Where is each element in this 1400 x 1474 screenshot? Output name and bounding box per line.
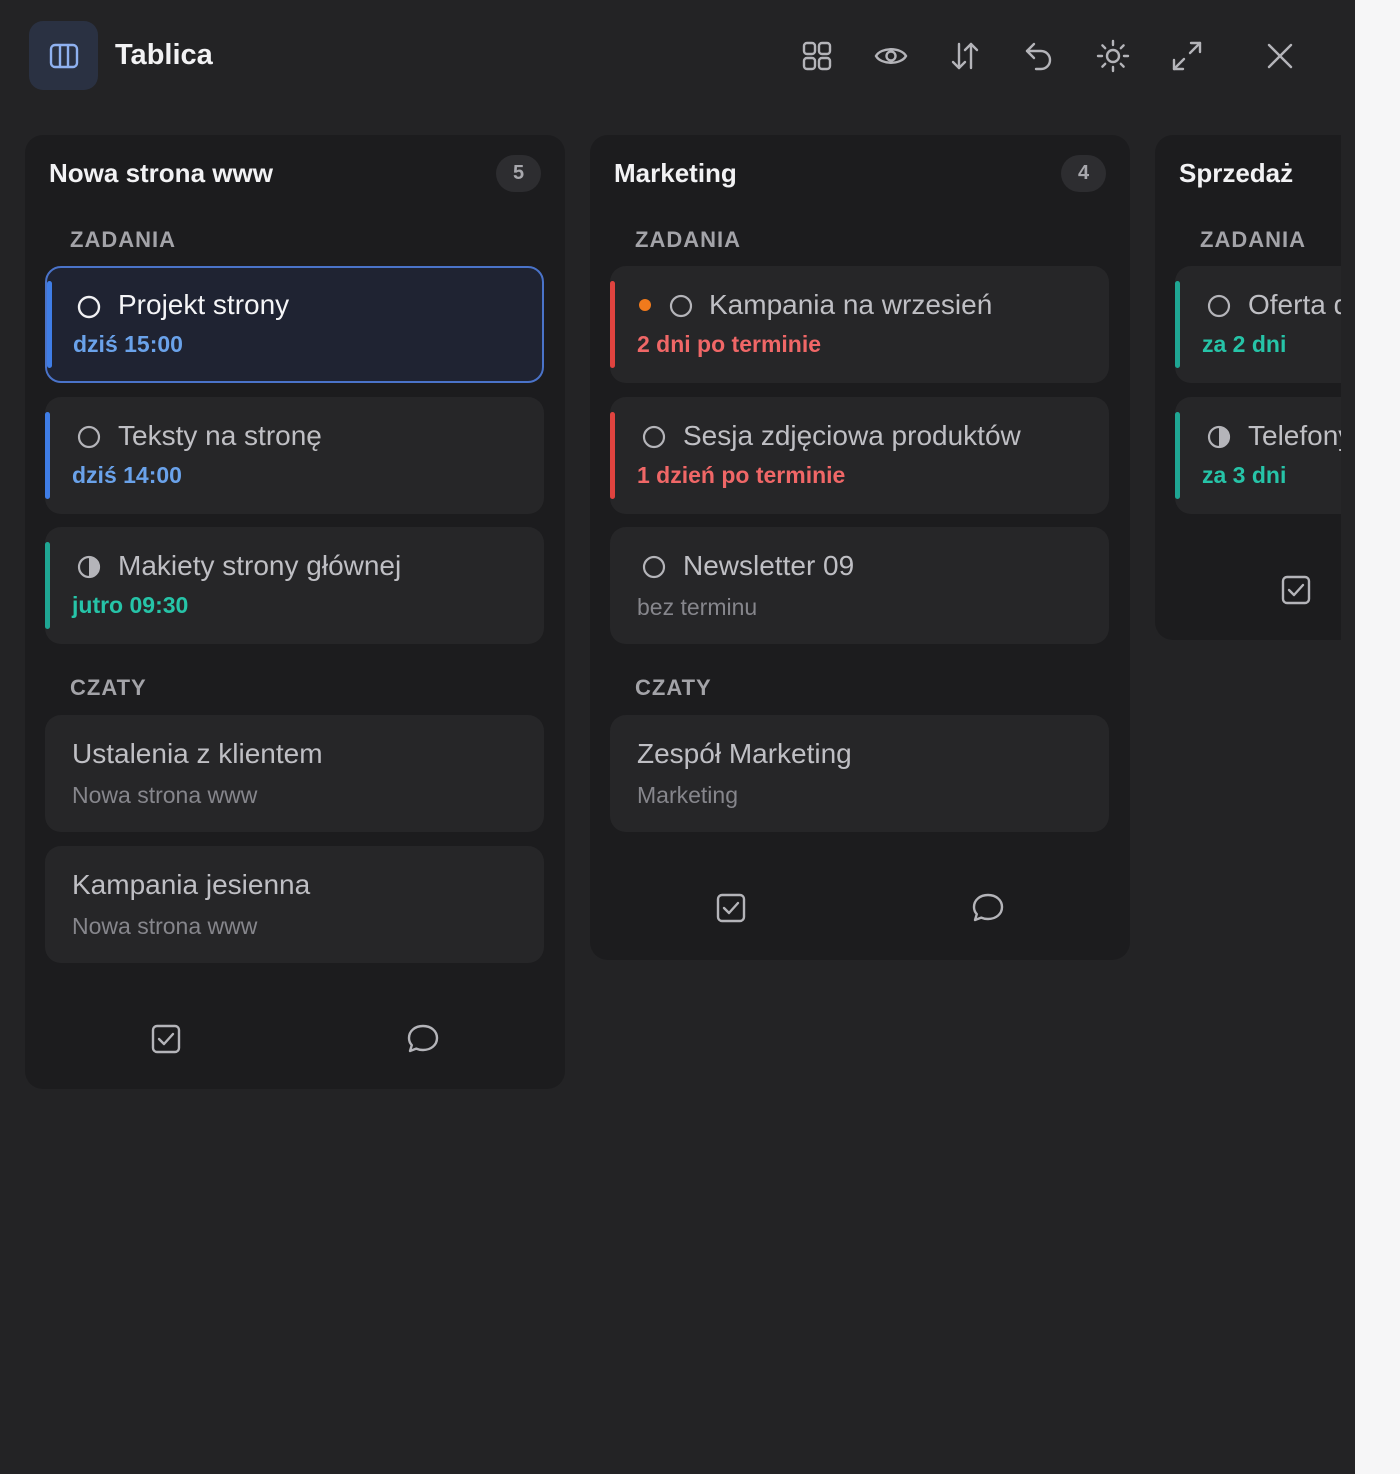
- task-due: 2 dni po terminie: [637, 331, 822, 357]
- task-due: za 2 dni: [1202, 331, 1287, 357]
- task-open-icon[interactable]: [1207, 294, 1231, 318]
- priority-bar: [610, 412, 615, 499]
- priority-bar: [45, 412, 50, 499]
- checkbox-icon: [716, 893, 746, 923]
- close-button[interactable]: [1260, 36, 1300, 76]
- task-open-icon[interactable]: [77, 425, 101, 449]
- eye-icon: [874, 48, 908, 64]
- checkbox-icon: [1281, 575, 1311, 605]
- chat-title: Kampania jesienna: [72, 869, 311, 900]
- chat-subtitle: Nowa strona www: [72, 913, 258, 939]
- column-title: Marketing: [614, 158, 737, 188]
- task-card[interactable]: Newsletter 09 bez terminu: [610, 527, 1109, 644]
- task-in-progress-icon[interactable]: [1207, 425, 1231, 449]
- task-title: Oferta d: [1248, 289, 1341, 320]
- task-open-icon[interactable]: [77, 295, 101, 319]
- task-card[interactable]: Sesja zdjęciowa produktów 1 dzień po ter…: [610, 397, 1109, 514]
- chat-subtitle: Nowa strona www: [72, 782, 258, 808]
- chat-title: Ustalenia z klientem: [72, 738, 323, 769]
- task-open-icon[interactable]: [642, 425, 666, 449]
- board-view-button[interactable]: [29, 21, 98, 90]
- tasks-section-label: ZADANIA: [1200, 227, 1306, 252]
- sort-icon: [951, 42, 979, 70]
- column-title: Nowa strona www: [49, 158, 273, 188]
- add-task-button[interactable]: [1274, 568, 1318, 612]
- add-task-button[interactable]: [144, 1017, 188, 1061]
- undo-icon: [1025, 42, 1052, 71]
- task-due: dziś 15:00: [73, 331, 183, 357]
- chat-bubble-icon: [972, 893, 1004, 922]
- fullscreen-button[interactable]: [1167, 36, 1207, 76]
- checkbox-icon: [151, 1024, 181, 1054]
- task-card[interactable]: Teksty na stronę dziś 14:00: [45, 397, 544, 514]
- add-task-button[interactable]: [709, 886, 753, 930]
- tasks-section-label: ZADANIA: [635, 227, 741, 252]
- grid-icon: [802, 41, 832, 71]
- priority-bar: [1175, 412, 1180, 499]
- column-sprzedaz: Sprzedaż ZADANIA Oferta d za 2 dni Telef…: [1155, 135, 1341, 640]
- task-due: bez terminu: [637, 594, 758, 620]
- sort-button[interactable]: [945, 36, 985, 76]
- chat-card[interactable]: Ustalenia z klientem Nowa strona www: [45, 715, 544, 832]
- task-title: Telefony: [1248, 420, 1341, 451]
- priority-bar: [1175, 281, 1180, 368]
- task-in-progress-icon[interactable]: [77, 555, 101, 579]
- task-title: Kampania na wrzesień: [709, 289, 993, 320]
- priority-bar: [45, 542, 50, 629]
- chat-card[interactable]: Kampania jesienna Nowa strona www: [45, 846, 544, 963]
- undo-button[interactable]: [1019, 36, 1059, 76]
- task-card[interactable]: Kampania na wrzesień 2 dni po terminie: [610, 266, 1109, 383]
- chats-section-label: CZATY: [635, 675, 712, 700]
- column-title: Sprzedaż: [1179, 158, 1294, 188]
- task-card[interactable]: Projekt strony dziś 15:00: [45, 266, 544, 383]
- board-panel: Tablica Nowa strona www 5 ZADANIA Projek…: [0, 0, 1355, 1474]
- close-icon: [1267, 43, 1293, 69]
- task-card[interactable]: Oferta d za 2 dni: [1175, 266, 1341, 383]
- columns-icon: [49, 43, 78, 68]
- task-open-icon[interactable]: [669, 294, 693, 318]
- priority-bar: [610, 281, 615, 368]
- priority-bar: [47, 281, 52, 368]
- task-card[interactable]: Telefony za 3 dni: [1175, 397, 1341, 514]
- task-due: dziś 14:00: [72, 462, 182, 488]
- task-open-icon[interactable]: [642, 555, 666, 579]
- column-nowa-strona-www: Nowa strona www 5 ZADANIA Projekt strony…: [25, 135, 565, 1089]
- tasks-section-label: ZADANIA: [70, 227, 176, 252]
- grid-view-button[interactable]: [797, 36, 837, 76]
- task-card[interactable]: Makiety strony głównej jutro 09:30: [45, 527, 544, 644]
- task-title: Teksty na stronę: [118, 420, 322, 451]
- visibility-button[interactable]: [871, 36, 911, 76]
- task-title: Sesja zdjęciowa produktów: [683, 420, 1021, 451]
- unread-dot: [639, 299, 651, 311]
- task-title: Projekt strony: [118, 289, 290, 320]
- header: Tablica: [0, 0, 1355, 112]
- column-count-badge: 5: [496, 155, 541, 192]
- task-due: jutro 09:30: [72, 592, 189, 618]
- column-marketing: Marketing 4 ZADANIA Kampania na wrzesień…: [590, 135, 1130, 960]
- add-chat-button[interactable]: [966, 886, 1010, 930]
- chat-bubble-icon: [407, 1024, 439, 1053]
- chat-subtitle: Marketing: [637, 782, 738, 808]
- page-title: Tablica: [115, 39, 213, 71]
- task-due: 1 dzień po terminie: [637, 462, 846, 488]
- chat-card[interactable]: Zespół Marketing Marketing: [610, 715, 1109, 832]
- expand-icon: [1172, 41, 1202, 71]
- task-title: Newsletter 09: [683, 550, 855, 581]
- task-due: za 3 dni: [1202, 462, 1287, 488]
- task-title: Makiety strony głównej: [118, 550, 402, 581]
- theme-button[interactable]: [1093, 36, 1133, 76]
- chat-title: Zespół Marketing: [637, 738, 852, 769]
- add-chat-button[interactable]: [401, 1017, 445, 1061]
- sun-icon: [1096, 39, 1130, 73]
- column-count-badge: 4: [1061, 155, 1106, 192]
- chats-section-label: CZATY: [70, 675, 147, 700]
